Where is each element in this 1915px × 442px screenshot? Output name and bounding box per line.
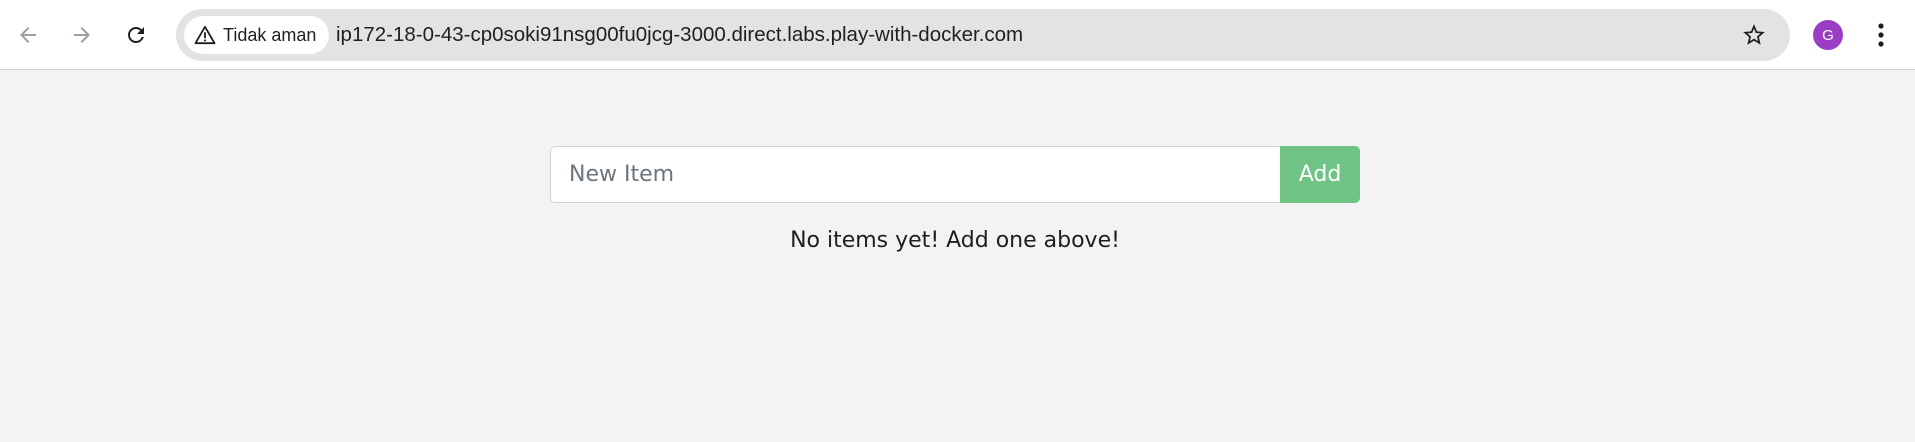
- profile-initial: G: [1822, 26, 1834, 44]
- empty-state-message: No items yet! Add one above!: [790, 228, 1120, 253]
- url-text[interactable]: ip172-18-0-43-cp0soki91nsg00fu0jcg-3000.…: [336, 9, 1023, 61]
- arrow-left-icon: [20, 27, 36, 43]
- browser-menu-button[interactable]: [1866, 17, 1896, 53]
- address-bar[interactable]: Tidak aman ip172-18-0-43-cp0soki91nsg00f…: [176, 9, 1790, 61]
- add-item-form: Add: [550, 146, 1360, 203]
- security-indicator[interactable]: Tidak aman: [184, 16, 330, 54]
- security-label: Tidak aman: [223, 24, 317, 45]
- page-content: Add No items yet! Add one above!: [0, 70, 1915, 442]
- back-button[interactable]: [10, 17, 46, 53]
- arrow-right-icon: [74, 27, 90, 43]
- kebab-menu-icon: [1878, 23, 1884, 47]
- forward-button[interactable]: [64, 17, 100, 53]
- browser-toolbar: Tidak aman ip172-18-0-43-cp0soki91nsg00f…: [0, 0, 1915, 70]
- reload-icon: [128, 27, 144, 43]
- profile-avatar[interactable]: G: [1813, 20, 1843, 50]
- new-item-input[interactable]: [550, 146, 1280, 203]
- reload-button[interactable]: [118, 17, 154, 53]
- bookmark-button[interactable]: [1736, 17, 1772, 53]
- add-button[interactable]: Add: [1280, 146, 1360, 203]
- warning-triangle-icon: [194, 25, 216, 45]
- star-icon: [1743, 24, 1765, 45]
